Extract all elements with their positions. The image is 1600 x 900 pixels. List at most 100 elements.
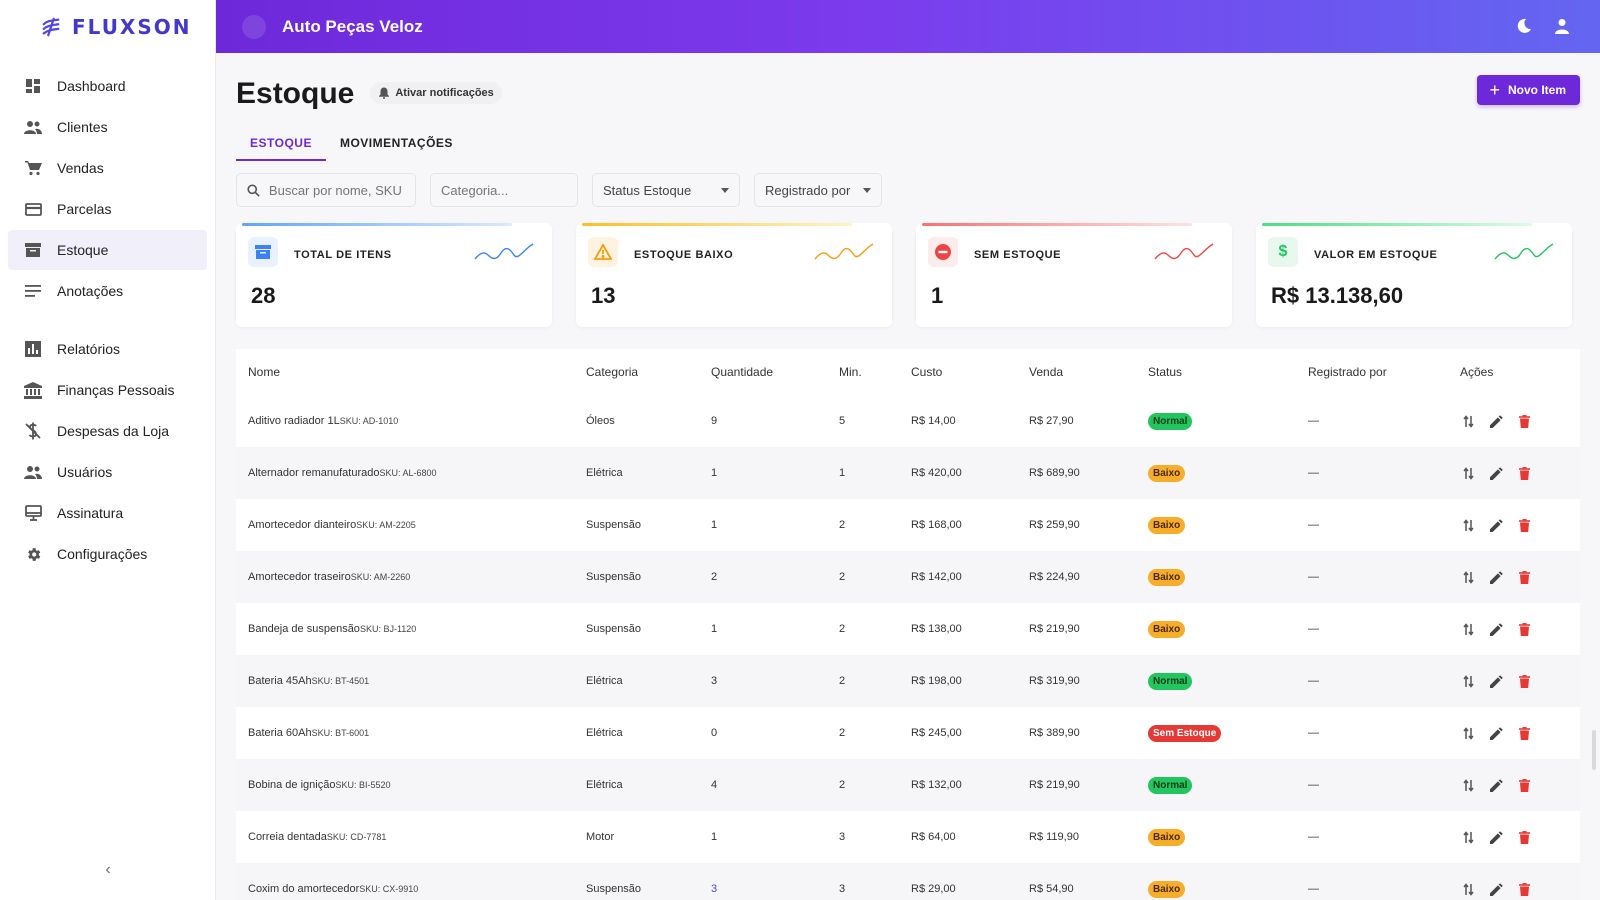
logo-icon [42, 17, 60, 37]
status-stock-select[interactable]: Status Estoque [592, 173, 740, 207]
top-bar: Auto Peças Veloz [216, 0, 1600, 53]
delete-icon[interactable] [1516, 465, 1532, 481]
move-stock-icon[interactable] [1460, 517, 1476, 533]
enable-notifications-button[interactable]: Ativar notificações [370, 82, 502, 104]
sidebar-item-configuracoes[interactable]: Configurações [8, 534, 207, 574]
delete-icon[interactable] [1516, 829, 1532, 845]
cell-category: Elétrica [574, 759, 699, 811]
cell-price: R$ 219,90 [1017, 759, 1136, 811]
scrollbar[interactable] [1592, 730, 1596, 770]
table-row[interactable]: Amortecedor traseiroSKU: AM-2260 Suspensã… [236, 551, 1580, 603]
edit-icon[interactable] [1488, 569, 1504, 585]
sidebar-item-clientes[interactable]: Clientes [8, 107, 207, 147]
cell-category: Elétrica [574, 655, 699, 707]
delete-icon[interactable] [1516, 621, 1532, 637]
kpi-cards: TOTAL DE ITENS 28 ESTOQUE BAIXO 13 SEM E… [236, 223, 1580, 327]
cell-price: R$ 319,90 [1017, 655, 1136, 707]
table-row[interactable]: Bandeja de suspensãoSKU: BJ-1120 Suspensã… [236, 603, 1580, 655]
cell-quantity: 3 [699, 863, 827, 900]
delete-icon[interactable] [1516, 725, 1532, 741]
move-stock-icon[interactable] [1460, 465, 1476, 481]
table-row[interactable]: Bateria 60AhSKU: BT-6001 Elétrica 0 2 R$ 245… [236, 707, 1580, 759]
category-input[interactable] [441, 182, 567, 198]
sidebar-item-usuarios[interactable]: Usuários [8, 452, 207, 492]
item-name: Bandeja de suspensão [248, 623, 360, 635]
user-icon[interactable] [1550, 14, 1574, 38]
delete-icon[interactable] [1516, 413, 1532, 429]
edit-icon[interactable] [1488, 517, 1504, 533]
sidebar-item-financas[interactable]: Finanças Pessoais [8, 370, 207, 410]
cell-name: Bandeja de suspensãoSKU: BJ-1120 [236, 603, 574, 655]
cell-name: Coxim do amortecedorSKU: CX-9910 [236, 863, 574, 900]
table-row[interactable]: Correia dentadaSKU: CD-7781 Motor 1 3 R$ 64,… [236, 811, 1580, 863]
tab-movimentacoes[interactable]: MOVIMENTAÇÕES [326, 125, 467, 161]
new-item-button[interactable]: + Novo Item [1477, 75, 1580, 105]
item-name: Bateria 60Ah [248, 727, 312, 739]
move-stock-icon[interactable] [1460, 673, 1476, 689]
move-stock-icon[interactable] [1460, 621, 1476, 637]
sidebar-item-assinatura[interactable]: Assinatura [8, 493, 207, 533]
registered-by-select[interactable]: Registrado por [754, 173, 882, 207]
edit-icon[interactable] [1488, 465, 1504, 481]
sidebar-item-estoque[interactable]: Estoque [8, 230, 207, 270]
col-header-quantity[interactable]: Quantidade [699, 349, 827, 395]
col-header-registered-by[interactable]: Registrado por [1296, 349, 1448, 395]
edit-icon[interactable] [1488, 673, 1504, 689]
cell-registered-by: — [1296, 707, 1448, 759]
cell-min: 2 [827, 707, 899, 759]
edit-icon[interactable] [1488, 621, 1504, 637]
group-icon [24, 463, 42, 481]
move-stock-icon[interactable] [1460, 881, 1476, 897]
kpi-card-out-of-stock: SEM ESTOQUE 1 [916, 223, 1232, 327]
sidebar-item-dashboard[interactable]: Dashboard [8, 66, 207, 106]
col-header-name[interactable]: Nome [236, 349, 574, 395]
money-off-icon [24, 422, 42, 440]
tab-estoque[interactable]: ESTOQUE [236, 125, 326, 161]
sidebar-item-relatorios[interactable]: Relatórios [8, 329, 207, 369]
sidebar-item-despesas[interactable]: Despesas da Loja [8, 411, 207, 451]
menu-toggle-button[interactable] [242, 14, 266, 39]
move-stock-icon[interactable] [1460, 725, 1476, 741]
table-row[interactable]: Aditivo radiador 1LSKU: AD-1010 Óleos 9 5 R$… [236, 395, 1580, 447]
delete-icon[interactable] [1516, 517, 1532, 533]
table-row[interactable]: Coxim do amortecedorSKU: CX-9910 Suspensã… [236, 863, 1580, 900]
cell-min: 2 [827, 655, 899, 707]
kpi-label: SEM ESTOQUE [974, 249, 1062, 261]
move-stock-icon[interactable] [1460, 829, 1476, 845]
move-stock-icon[interactable] [1460, 777, 1476, 793]
edit-icon[interactable] [1488, 413, 1504, 429]
chevron-down-icon [863, 187, 871, 193]
sidebar-item-anotacoes[interactable]: Anotações [8, 271, 207, 311]
edit-icon[interactable] [1488, 725, 1504, 741]
col-header-min[interactable]: Min. [827, 349, 899, 395]
page-title: Estoque [236, 77, 355, 110]
status-badge: Baixo [1148, 568, 1186, 586]
inventory-icon [24, 241, 42, 259]
cart-icon [24, 159, 42, 177]
edit-icon[interactable] [1488, 881, 1504, 897]
table-row[interactable]: Alternador remanufaturadoSKU: AL-6800 Elé… [236, 447, 1580, 499]
col-header-category[interactable]: Categoria [574, 349, 699, 395]
delete-icon[interactable] [1516, 569, 1532, 585]
logo[interactable]: FLUXSON [0, 0, 215, 54]
edit-icon[interactable] [1488, 829, 1504, 845]
col-header-status[interactable]: Status [1136, 349, 1296, 395]
sidebar-item-parcelas[interactable]: Parcelas [8, 189, 207, 229]
move-stock-icon[interactable] [1460, 413, 1476, 429]
move-stock-icon[interactable] [1460, 569, 1476, 585]
search-input[interactable] [268, 182, 405, 198]
delete-icon[interactable] [1516, 673, 1532, 689]
collapse-sidebar-button[interactable]: ‹ [100, 862, 116, 878]
table-row[interactable]: Amortecedor dianteiroSKU: AM-2205 Suspens… [236, 499, 1580, 551]
delete-icon[interactable] [1516, 777, 1532, 793]
col-header-price[interactable]: Venda [1017, 349, 1136, 395]
cell-status: Baixo [1136, 811, 1296, 863]
sidebar-item-vendas[interactable]: Vendas [8, 148, 207, 188]
delete-icon[interactable] [1516, 881, 1532, 897]
sidebar: FLUXSON Dashboard Clientes Vendas Parcel… [0, 0, 216, 900]
table-row[interactable]: Bateria 45AhSKU: BT-4501 Elétrica 3 2 R$ 198… [236, 655, 1580, 707]
dark-mode-icon[interactable] [1512, 14, 1536, 38]
edit-icon[interactable] [1488, 777, 1504, 793]
col-header-cost[interactable]: Custo [899, 349, 1017, 395]
table-row[interactable]: Bobina de igniçãoSKU: BI-5520 Elétrica 4 2 R… [236, 759, 1580, 811]
